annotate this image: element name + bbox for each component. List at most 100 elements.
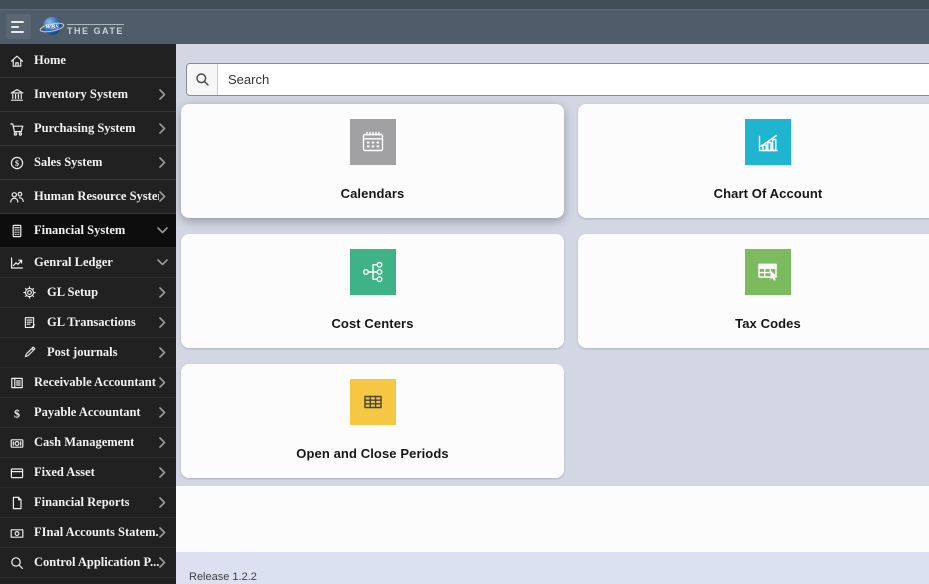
chevron-right-icon bbox=[159, 437, 166, 448]
globe-logo-icon: WBS bbox=[39, 16, 65, 35]
document-list-icon bbox=[21, 315, 38, 331]
sidebar-item-human-resource-system[interactable]: Human Resource System bbox=[0, 180, 176, 214]
sidebar-item-label: Post journals bbox=[47, 345, 118, 359]
bank-icon bbox=[8, 87, 25, 103]
module-card-grid: Calendars Chart Of Account Cost Centers … bbox=[181, 104, 929, 478]
chevron-right-icon bbox=[159, 317, 166, 328]
sidebar-item-label: Home bbox=[34, 53, 66, 67]
search-input[interactable] bbox=[218, 64, 929, 95]
sidebar-item-post-journals[interactable]: Post journals bbox=[0, 338, 176, 368]
sidebar-item-inventory-system[interactable]: Inventory System bbox=[0, 78, 176, 112]
sidebar-item-gl-transactions[interactable]: GL Transactions bbox=[0, 308, 176, 338]
app-window: WBS THE GATE Home Inventory System Purch… bbox=[0, 0, 929, 584]
card-chart-of-account[interactable]: Chart Of Account bbox=[578, 104, 929, 218]
sidebar-item-fixed-asset[interactable]: Fixed Asset bbox=[0, 458, 176, 488]
sidebar-toggle-button[interactable] bbox=[6, 14, 31, 39]
pen-icon bbox=[21, 345, 38, 361]
card-tax-codes[interactable]: Tax Codes bbox=[578, 234, 929, 348]
chevron-right-icon bbox=[159, 527, 166, 538]
sidebar-item-label: Cash Management bbox=[34, 435, 135, 449]
chevron-right-icon bbox=[159, 157, 166, 168]
chevron-down-icon bbox=[157, 257, 168, 268]
sidebar-item-genral-ledger[interactable]: Genral Ledger bbox=[0, 248, 176, 278]
chevron-right-icon bbox=[159, 191, 166, 202]
release-version-label: Release 1.2.2 bbox=[189, 571, 257, 583]
sidebar-item-label: Human Resource System bbox=[34, 189, 159, 203]
card-icon bbox=[8, 465, 25, 481]
card-open-close-periods[interactable]: Open and Close Periods bbox=[181, 364, 564, 478]
chevron-right-icon bbox=[159, 467, 166, 478]
chevron-right-icon bbox=[159, 347, 166, 358]
card-label: Tax Codes bbox=[735, 316, 801, 331]
card-cost-centers[interactable]: Cost Centers bbox=[181, 234, 564, 348]
sidebar-item-label: Purchasing System bbox=[34, 121, 136, 135]
hierarchy-icon bbox=[349, 249, 396, 295]
dollar-icon: $ bbox=[8, 405, 25, 421]
footer-bar: Release 1.2.2 bbox=[176, 552, 929, 584]
sidebar-item-label: Sales System bbox=[34, 155, 103, 169]
brand-wbs-text: WBS bbox=[45, 23, 59, 30]
gear-icon bbox=[21, 285, 38, 301]
svg-text:$: $ bbox=[14, 406, 20, 420]
sidebar-item-final-accounts-statement[interactable]: FInal Accounts Statem... bbox=[0, 518, 176, 548]
card-label: Chart Of Account bbox=[713, 186, 823, 201]
sidebar-item-gl-setup[interactable]: GL Setup bbox=[0, 278, 176, 308]
sidebar-item-label: Fixed Asset bbox=[34, 465, 95, 479]
svg-text:$: $ bbox=[15, 159, 19, 168]
chevron-right-icon bbox=[159, 287, 166, 298]
sidebar-item-sales-system[interactable]: $ Sales System bbox=[0, 146, 176, 180]
dollar-circle-icon: $ bbox=[8, 155, 25, 171]
search-icon bbox=[187, 64, 218, 95]
card-label: Cost Centers bbox=[331, 316, 414, 331]
main-content: Calendars Chart Of Account Cost Centers … bbox=[176, 44, 929, 584]
sidebar-item-label: Financial System bbox=[34, 223, 126, 237]
top-bar: WBS THE GATE bbox=[0, 0, 929, 44]
sidebar-item-purchasing-system[interactable]: Purchasing System bbox=[0, 112, 176, 146]
content-lower-panel bbox=[176, 486, 929, 552]
cart-icon bbox=[8, 121, 25, 137]
sidebar-item-label: FInal Accounts Statem... bbox=[34, 525, 159, 539]
chevron-right-icon bbox=[159, 407, 166, 418]
sidebar-item-payable-accountant[interactable]: $ Payable Accountant bbox=[0, 398, 176, 428]
home-icon bbox=[8, 53, 25, 69]
people-icon bbox=[8, 189, 25, 205]
brand-gate-text: THE GATE bbox=[67, 23, 124, 36]
sidebar-item-financial-system[interactable]: Financial System bbox=[0, 214, 176, 248]
chevron-right-icon bbox=[159, 89, 166, 100]
file-icon bbox=[8, 495, 25, 511]
calendar-icon bbox=[349, 119, 396, 165]
card-calendars[interactable]: Calendars bbox=[181, 104, 564, 218]
card-label: Open and Close Periods bbox=[296, 446, 449, 461]
sidebar-item-label: GL Setup bbox=[47, 285, 99, 299]
sidebar-item-label: Financial Reports bbox=[34, 495, 130, 509]
card-label: Calendars bbox=[340, 186, 405, 201]
magnifier-icon bbox=[8, 555, 25, 571]
sidebar-item-cash-management[interactable]: Cash Management bbox=[0, 428, 176, 458]
sidebar-item-receivable-accountant[interactable]: Receivable Accountant bbox=[0, 368, 176, 398]
line-chart-icon bbox=[8, 255, 25, 271]
money-statement-icon bbox=[8, 525, 25, 541]
table-grid-icon bbox=[349, 379, 396, 425]
app-logo: WBS THE GATE bbox=[39, 15, 124, 39]
sidebar-item-label: Control Application P... bbox=[34, 555, 159, 569]
banknote-icon bbox=[8, 435, 25, 451]
chevron-right-icon bbox=[159, 123, 166, 134]
bar-chart-icon bbox=[745, 119, 791, 165]
sidebar-nav: Home Inventory System Purchasing System … bbox=[0, 44, 176, 584]
sidebar-item-label: Inventory System bbox=[34, 87, 129, 101]
chevron-right-icon bbox=[159, 497, 166, 508]
calculator-icon bbox=[8, 223, 25, 239]
table-cursor-icon bbox=[745, 249, 791, 295]
chevron-down-icon bbox=[157, 225, 168, 236]
sidebar-item-label: Receivable Accountant bbox=[34, 375, 156, 389]
chevron-right-icon bbox=[159, 557, 166, 568]
chevron-right-icon bbox=[159, 377, 166, 388]
sidebar-item-label: Genral Ledger bbox=[34, 255, 113, 269]
sidebar-item-home[interactable]: Home bbox=[0, 44, 176, 78]
invoice-icon bbox=[8, 375, 25, 391]
sidebar-item-financial-reports[interactable]: Financial Reports bbox=[0, 488, 176, 518]
sidebar-item-control-application[interactable]: Control Application P... bbox=[0, 548, 176, 578]
top-bar-strip bbox=[0, 0, 929, 10]
search-bar bbox=[186, 63, 929, 96]
sidebar-item-label: GL Transactions bbox=[47, 315, 136, 329]
